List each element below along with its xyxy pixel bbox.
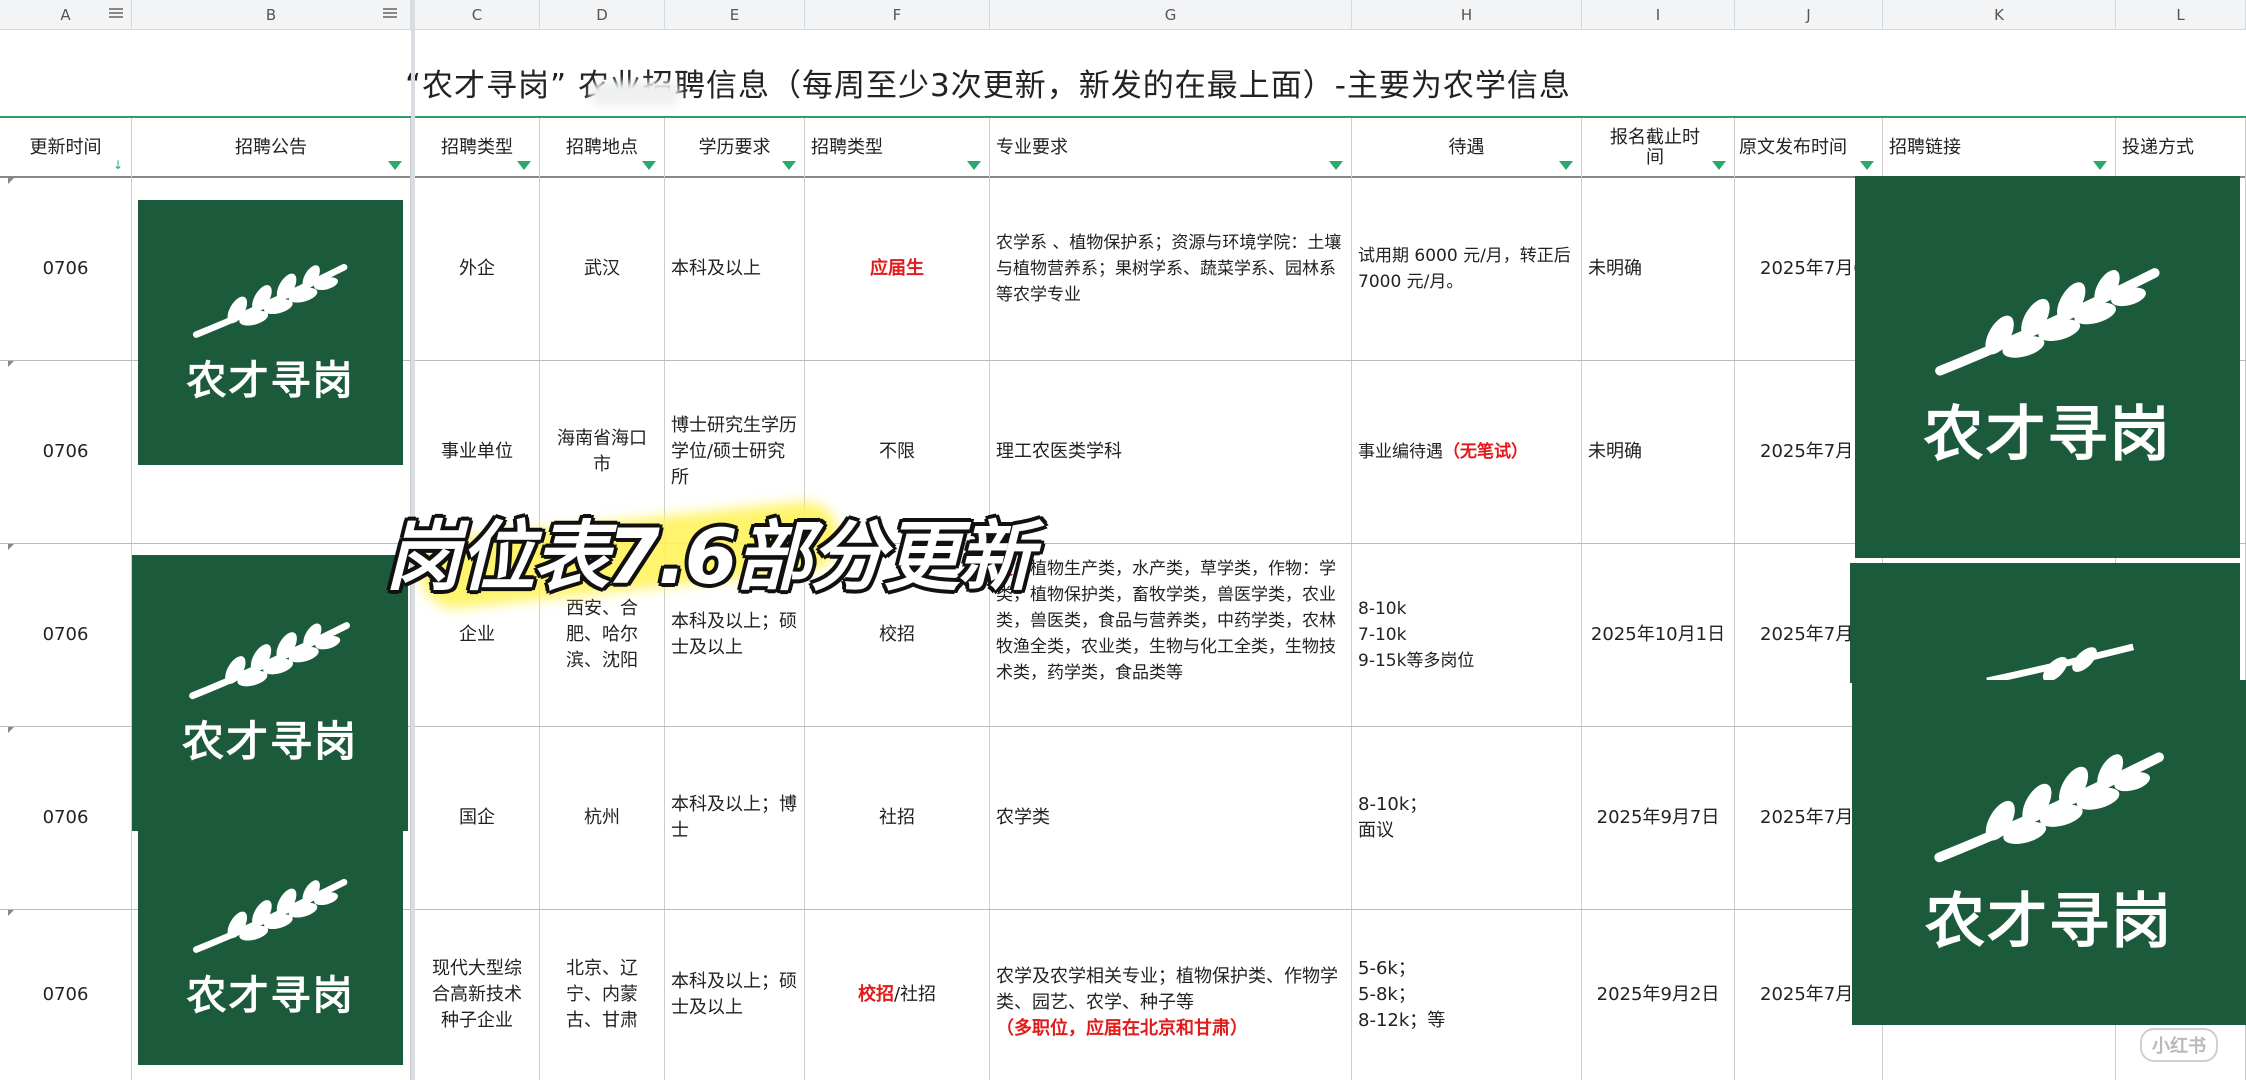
- filter-icon[interactable]: [967, 161, 981, 170]
- wheat-icon: [1935, 267, 2160, 376]
- update-banner: 岗位表7.6部分更新: [385, 512, 1034, 601]
- header-education[interactable]: 学历要求: [665, 118, 805, 178]
- cell-type[interactable]: 国企: [415, 727, 540, 909]
- header-rec-type[interactable]: 招聘类型: [415, 118, 540, 178]
- cell-update[interactable]: 0706: [0, 361, 132, 543]
- watermark: 小红书: [2140, 1028, 2218, 1062]
- cell-education[interactable]: 本科及以上；硕士及以上: [665, 910, 805, 1080]
- filter-icon[interactable]: [1329, 161, 1343, 170]
- cell-deadline[interactable]: 2025年10月1日: [1582, 544, 1735, 726]
- cell-deadline[interactable]: 未明确: [1582, 178, 1735, 360]
- brand-logo: 农才寻岗: [138, 830, 403, 1065]
- sheet-title-row[interactable]: “农才寻岗” 农业招聘信息（每周至少3次更新，新发的在最上面）-主要为农学信息: [0, 30, 2246, 118]
- column-header-e[interactable]: E: [665, 0, 805, 30]
- brand-logo: 农才寻岗: [138, 200, 403, 465]
- brand-logo: 农才寻岗: [1852, 680, 2246, 1025]
- header-publish-time[interactable]: 原文发布时间: [1735, 118, 1883, 178]
- cell-deadline[interactable]: 2025年9月2日: [1582, 910, 1735, 1080]
- column-header-k[interactable]: K: [1883, 0, 2116, 30]
- wheat-icon: [189, 621, 351, 699]
- cell-deadline[interactable]: 2025年9月7日: [1582, 727, 1735, 909]
- sheet-title: “农才寻岗” 农业招聘信息（每周至少3次更新，新发的在最上面）-主要为农学信息: [405, 68, 1571, 104]
- column-header-j[interactable]: J: [1735, 0, 1883, 30]
- column-header-c[interactable]: C: [415, 0, 540, 30]
- cell-salary[interactable]: 事业编待遇 （无笔试）: [1352, 361, 1582, 543]
- column-menu-icon[interactable]: [382, 6, 398, 22]
- header-update-time[interactable]: 更新时间 ↓: [0, 118, 132, 178]
- cell-education[interactable]: 本科及以上；博士: [665, 727, 805, 909]
- column-header-h[interactable]: H: [1352, 0, 1582, 30]
- cell-location[interactable]: 杭州: [540, 727, 665, 909]
- cell-location[interactable]: 武汉: [540, 178, 665, 360]
- column-header-i[interactable]: I: [1582, 0, 1735, 30]
- cell-salary[interactable]: 试用期 6000 元/月，转正后 7000 元/月。: [1352, 178, 1582, 360]
- cell-rec-type[interactable]: 应届生: [805, 178, 990, 360]
- table-header-row: 更新时间 ↓ 招聘公告 招聘类型 招聘地点 学历要求 招聘类型 专业要求 待遇 报…: [0, 118, 2246, 178]
- wheat-icon: [1934, 752, 2164, 863]
- column-header-b[interactable]: B: [132, 0, 411, 30]
- filter-icon[interactable]: [782, 161, 796, 170]
- column-header-l[interactable]: L: [2116, 0, 2246, 30]
- filter-icon[interactable]: [517, 161, 531, 170]
- cell-type[interactable]: 现代大型综合高新技术种子企业: [415, 910, 540, 1080]
- cell-major[interactable]: 类；植物生产类，水产类，草学类，作物：学类，植物保护类，畜牧学类，兽医学类，农业…: [990, 544, 1352, 726]
- blurred-region: [590, 82, 680, 106]
- cell-major[interactable]: 农学类: [990, 727, 1352, 909]
- sort-desc-icon[interactable]: ↓: [113, 158, 123, 172]
- cell-major[interactable]: 农学及农学相关专业；植物保护类、作物学类、园艺、农学、种子等 （多职位，应届在北…: [990, 910, 1352, 1080]
- cell-update[interactable]: 0706: [0, 544, 132, 726]
- filter-icon[interactable]: [642, 161, 656, 170]
- wheat-icon: [193, 879, 348, 954]
- cell-salary[interactable]: 8-10k； 面议: [1352, 727, 1582, 909]
- filter-icon[interactable]: [388, 161, 402, 170]
- header-location[interactable]: 招聘地点: [540, 118, 665, 178]
- column-header-d[interactable]: D: [540, 0, 665, 30]
- cell-salary[interactable]: 5-6k； 5-8k； 8-12k；等: [1352, 910, 1582, 1080]
- brand-logo: 农才寻岗: [1855, 176, 2240, 558]
- column-header-g[interactable]: G: [990, 0, 1352, 30]
- cell-update[interactable]: 0706: [0, 178, 132, 360]
- brand-logo-partial: [1850, 563, 2240, 683]
- header-salary[interactable]: 待遇: [1352, 118, 1582, 178]
- column-letter-bar: A B C D E F G H I J K L: [0, 0, 2246, 30]
- column-menu-icon[interactable]: [108, 6, 124, 22]
- cell-major[interactable]: 农学系 、植物保护系；资源与环境学院：土壤与植物营养系；果树学系、蔬菜学系、园林…: [990, 178, 1352, 360]
- cell-salary[interactable]: 8-10k 7-10k 9-15k等多岗位: [1352, 544, 1582, 726]
- header-apply-method[interactable]: 投递方式: [2116, 118, 2246, 178]
- cell-update[interactable]: 0706: [0, 727, 132, 909]
- cell-deadline[interactable]: 未明确: [1582, 361, 1735, 543]
- header-rec-type-2[interactable]: 招聘类型: [805, 118, 990, 178]
- brand-logo: 农才寻岗: [132, 555, 408, 831]
- column-header-f[interactable]: F: [805, 0, 990, 30]
- cell-rec-type[interactable]: 社招: [805, 727, 990, 909]
- header-link[interactable]: 招聘链接: [1883, 118, 2116, 178]
- cell-update[interactable]: 0706: [0, 910, 132, 1080]
- filter-icon[interactable]: [1712, 161, 1726, 170]
- filter-icon[interactable]: [1559, 161, 1573, 170]
- wheat-icon: [1985, 643, 2134, 681]
- header-notice[interactable]: 招聘公告: [132, 118, 411, 178]
- cell-education[interactable]: 本科及以上: [665, 178, 805, 360]
- cell-type[interactable]: 外企: [415, 178, 540, 360]
- header-major[interactable]: 专业要求: [990, 118, 1352, 178]
- cell-rec-type[interactable]: 校招/社招: [805, 910, 990, 1080]
- header-deadline[interactable]: 报名截止时间: [1582, 118, 1735, 178]
- filter-icon[interactable]: [1860, 161, 1874, 170]
- cell-major[interactable]: 理工农医类学科: [990, 361, 1352, 543]
- cell-location[interactable]: 北京、辽宁、内蒙古、甘肃: [540, 910, 665, 1080]
- filter-icon[interactable]: [2093, 161, 2107, 170]
- wheat-icon: [193, 264, 348, 339]
